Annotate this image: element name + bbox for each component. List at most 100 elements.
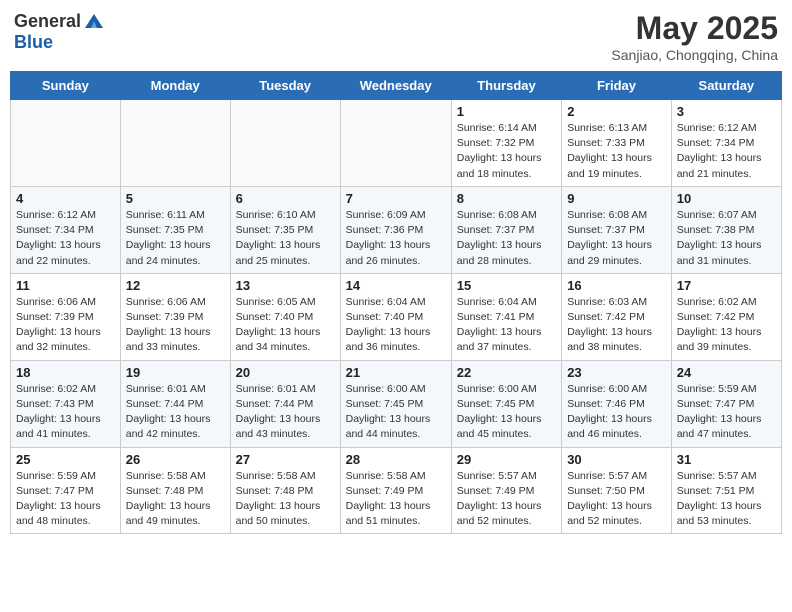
day-info: Sunrise: 6:14 AMSunset: 7:32 PMDaylight:… <box>457 121 556 182</box>
day-number: 26 <box>126 452 225 467</box>
calendar-cell: 28 Sunrise: 5:58 AMSunset: 7:49 PMDayligh… <box>340 447 451 534</box>
calendar-cell: 24 Sunrise: 5:59 AMSunset: 7:47 PMDayligh… <box>671 360 781 447</box>
day-info: Sunrise: 5:57 AMSunset: 7:49 PMDaylight:… <box>457 469 556 530</box>
day-number: 8 <box>457 191 556 206</box>
column-header-sunday: Sunday <box>11 72 121 100</box>
day-number: 30 <box>567 452 666 467</box>
calendar-cell: 14 Sunrise: 6:04 AMSunset: 7:40 PMDayligh… <box>340 273 451 360</box>
calendar-week-2: 4Sunrise: 6:12 AMSunset: 7:34 PMDaylight… <box>11 186 782 273</box>
day-info: Sunrise: 6:06 AMSunset: 7:39 PMDaylight:… <box>126 295 225 356</box>
day-number: 10 <box>677 191 776 206</box>
calendar-cell: 30 Sunrise: 5:57 AMSunset: 7:50 PMDayligh… <box>562 447 672 534</box>
column-header-tuesday: Tuesday <box>230 72 340 100</box>
day-info: Sunrise: 5:59 AMSunset: 7:47 PMDaylight:… <box>677 382 776 443</box>
day-info: Sunrise: 6:06 AMSunset: 7:39 PMDaylight:… <box>16 295 115 356</box>
day-number: 4 <box>16 191 115 206</box>
day-info: Sunrise: 5:57 AMSunset: 7:51 PMDaylight:… <box>677 469 776 530</box>
calendar-cell: 26 Sunrise: 5:58 AMSunset: 7:48 PMDayligh… <box>120 447 230 534</box>
day-info: Sunrise: 6:01 AMSunset: 7:44 PMDaylight:… <box>126 382 225 443</box>
calendar-cell: 15 Sunrise: 6:04 AMSunset: 7:41 PMDayligh… <box>451 273 561 360</box>
day-info: Sunrise: 6:05 AMSunset: 7:40 PMDaylight:… <box>236 295 335 356</box>
calendar-week-3: 11 Sunrise: 6:06 AMSunset: 7:39 PMDayligh… <box>11 273 782 360</box>
day-info: Sunrise: 6:04 AMSunset: 7:40 PMDaylight:… <box>346 295 446 356</box>
day-info: Sunrise: 6:03 AMSunset: 7:42 PMDaylight:… <box>567 295 666 356</box>
day-info: Sunrise: 6:02 AMSunset: 7:42 PMDaylight:… <box>677 295 776 356</box>
calendar-cell: 9Sunrise: 6:08 AMSunset: 7:37 PMDaylight… <box>562 186 672 273</box>
column-header-thursday: Thursday <box>451 72 561 100</box>
day-info: Sunrise: 6:12 AMSunset: 7:34 PMDaylight:… <box>677 121 776 182</box>
calendar-cell <box>340 100 451 187</box>
day-info: Sunrise: 5:57 AMSunset: 7:50 PMDaylight:… <box>567 469 666 530</box>
calendar-cell: 13 Sunrise: 6:05 AMSunset: 7:40 PMDayligh… <box>230 273 340 360</box>
calendar-week-5: 25Sunrise: 5:59 AMSunset: 7:47 PMDayligh… <box>11 447 782 534</box>
logo-blue-text: Blue <box>14 32 53 53</box>
month-title: May 2025 <box>611 10 778 47</box>
day-info: Sunrise: 6:02 AMSunset: 7:43 PMDaylight:… <box>16 382 115 443</box>
calendar-cell: 2 Sunrise: 6:13 AMSunset: 7:33 PMDaylight… <box>562 100 672 187</box>
day-number: 1 <box>457 104 556 119</box>
day-info: Sunrise: 6:08 AMSunset: 7:37 PMDaylight:… <box>567 208 666 269</box>
day-info: Sunrise: 6:00 AMSunset: 7:45 PMDaylight:… <box>457 382 556 443</box>
calendar-cell: 25Sunrise: 5:59 AMSunset: 7:47 PMDayligh… <box>11 447 121 534</box>
day-number: 24 <box>677 365 776 380</box>
column-header-wednesday: Wednesday <box>340 72 451 100</box>
day-number: 16 <box>567 278 666 293</box>
day-number: 18 <box>16 365 115 380</box>
day-number: 12 <box>126 278 225 293</box>
logo: General Blue <box>14 10 105 53</box>
day-number: 27 <box>236 452 335 467</box>
day-number: 22 <box>457 365 556 380</box>
day-number: 23 <box>567 365 666 380</box>
column-header-friday: Friday <box>562 72 672 100</box>
day-info: Sunrise: 6:04 AMSunset: 7:41 PMDaylight:… <box>457 295 556 356</box>
title-block: May 2025 Sanjiao, Chongqing, China <box>611 10 778 63</box>
day-number: 19 <box>126 365 225 380</box>
logo-general-text: General <box>14 11 81 32</box>
calendar-cell: 22 Sunrise: 6:00 AMSunset: 7:45 PMDayligh… <box>451 360 561 447</box>
calendar-cell: 20 Sunrise: 6:01 AMSunset: 7:44 PMDayligh… <box>230 360 340 447</box>
day-number: 6 <box>236 191 335 206</box>
day-number: 17 <box>677 278 776 293</box>
calendar-cell: 3 Sunrise: 6:12 AMSunset: 7:34 PMDaylight… <box>671 100 781 187</box>
location-subtitle: Sanjiao, Chongqing, China <box>611 47 778 63</box>
day-number: 7 <box>346 191 446 206</box>
calendar-cell: 16 Sunrise: 6:03 AMSunset: 7:42 PMDayligh… <box>562 273 672 360</box>
calendar-cell: 5Sunrise: 6:11 AMSunset: 7:35 PMDaylight… <box>120 186 230 273</box>
logo-icon <box>83 10 105 32</box>
calendar-cell: 23Sunrise: 6:00 AMSunset: 7:46 PMDayligh… <box>562 360 672 447</box>
calendar-cell: 18 Sunrise: 6:02 AMSunset: 7:43 PMDayligh… <box>11 360 121 447</box>
calendar-week-4: 18 Sunrise: 6:02 AMSunset: 7:43 PMDayligh… <box>11 360 782 447</box>
day-number: 31 <box>677 452 776 467</box>
day-info: Sunrise: 5:58 AMSunset: 7:48 PMDaylight:… <box>236 469 335 530</box>
day-number: 2 <box>567 104 666 119</box>
calendar-cell <box>230 100 340 187</box>
calendar-table: SundayMondayTuesdayWednesdayThursdayFrid… <box>10 71 782 534</box>
day-info: Sunrise: 5:58 AMSunset: 7:49 PMDaylight:… <box>346 469 446 530</box>
day-info: Sunrise: 6:11 AMSunset: 7:35 PMDaylight:… <box>126 208 225 269</box>
page-header: General Blue May 2025 Sanjiao, Chongqing… <box>10 10 782 63</box>
calendar-cell: 21Sunrise: 6:00 AMSunset: 7:45 PMDayligh… <box>340 360 451 447</box>
day-number: 11 <box>16 278 115 293</box>
calendar-cell: 8 Sunrise: 6:08 AMSunset: 7:37 PMDaylight… <box>451 186 561 273</box>
calendar-cell: 1 Sunrise: 6:14 AMSunset: 7:32 PMDaylight… <box>451 100 561 187</box>
day-number: 20 <box>236 365 335 380</box>
calendar-cell <box>120 100 230 187</box>
day-info: Sunrise: 5:58 AMSunset: 7:48 PMDaylight:… <box>126 469 225 530</box>
day-number: 15 <box>457 278 556 293</box>
day-info: Sunrise: 6:13 AMSunset: 7:33 PMDaylight:… <box>567 121 666 182</box>
calendar-cell: 27 Sunrise: 5:58 AMSunset: 7:48 PMDayligh… <box>230 447 340 534</box>
day-number: 3 <box>677 104 776 119</box>
day-number: 28 <box>346 452 446 467</box>
day-number: 13 <box>236 278 335 293</box>
calendar-cell: 4Sunrise: 6:12 AMSunset: 7:34 PMDaylight… <box>11 186 121 273</box>
calendar-cell: 6Sunrise: 6:10 AMSunset: 7:35 PMDaylight… <box>230 186 340 273</box>
day-info: Sunrise: 6:08 AMSunset: 7:37 PMDaylight:… <box>457 208 556 269</box>
day-number: 14 <box>346 278 446 293</box>
calendar-cell <box>11 100 121 187</box>
day-number: 25 <box>16 452 115 467</box>
day-info: Sunrise: 6:01 AMSunset: 7:44 PMDaylight:… <box>236 382 335 443</box>
calendar-cell: 17 Sunrise: 6:02 AMSunset: 7:42 PMDayligh… <box>671 273 781 360</box>
day-info: Sunrise: 6:07 AMSunset: 7:38 PMDaylight:… <box>677 208 776 269</box>
calendar-cell: 7Sunrise: 6:09 AMSunset: 7:36 PMDaylight… <box>340 186 451 273</box>
column-header-monday: Monday <box>120 72 230 100</box>
